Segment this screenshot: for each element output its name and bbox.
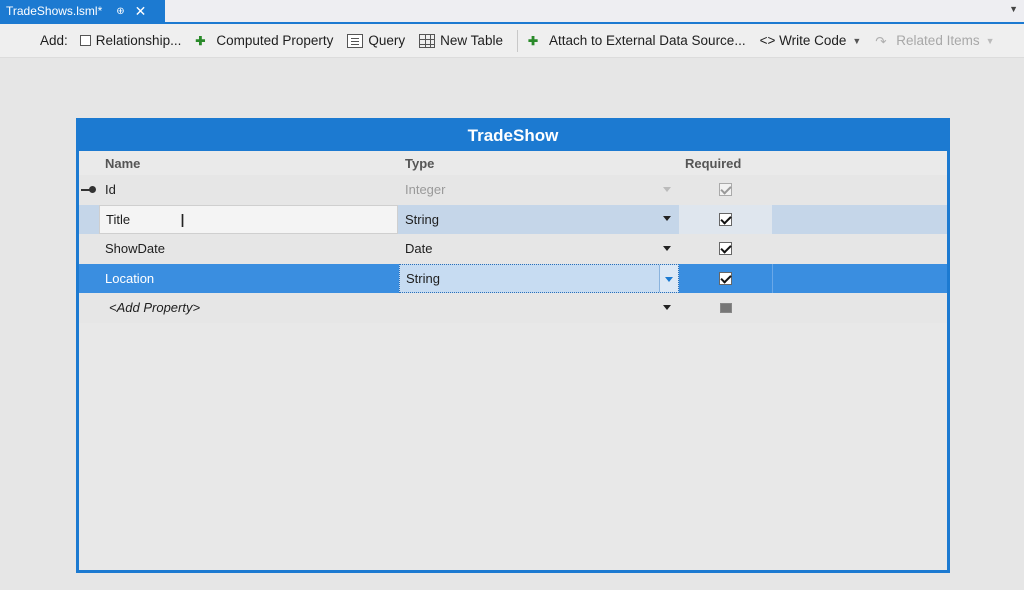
property-required-cell[interactable] bbox=[679, 234, 772, 264]
designer-toolbar: Add: Relationship... ✚ Computed Property… bbox=[0, 24, 1024, 58]
add-query-label: Query bbox=[368, 33, 406, 48]
add-computed-property-label: Computed Property bbox=[216, 33, 334, 48]
required-checkbox[interactable] bbox=[719, 183, 732, 197]
toolbar-separator bbox=[516, 29, 518, 52]
key-icon bbox=[81, 186, 96, 193]
add-new-table-label: New Table bbox=[440, 33, 503, 48]
table-icon bbox=[419, 33, 436, 48]
property-type-cell[interactable]: Integer bbox=[399, 175, 679, 205]
column-header-type: Type bbox=[405, 156, 435, 171]
related-items-label: Related Items bbox=[896, 33, 980, 48]
add-query-button[interactable]: Query bbox=[347, 33, 405, 48]
document-tab-strip: TradeShows.lsml* ⊕ ✕ ▼ bbox=[0, 0, 1024, 24]
required-checkbox[interactable] bbox=[719, 212, 732, 226]
property-name-cell[interactable]: ShowDate bbox=[99, 234, 398, 264]
add-computed-property-button[interactable]: ✚ Computed Property bbox=[195, 33, 333, 48]
entity-title: TradeShow bbox=[79, 121, 947, 151]
chevron-down-icon: ▼ bbox=[852, 35, 862, 46]
property-type-cell[interactable] bbox=[399, 293, 679, 323]
chevron-down-icon[interactable] bbox=[663, 216, 671, 222]
write-code-label: <> Write Code bbox=[759, 33, 847, 48]
text-cursor-icon: I bbox=[180, 210, 186, 231]
chevron-down-icon[interactable]: ▼ bbox=[1009, 4, 1018, 14]
property-required-cell[interactable] bbox=[679, 293, 772, 323]
column-header-name: Name bbox=[105, 156, 141, 171]
property-type-value: Date bbox=[405, 241, 433, 257]
column-header-required: Required bbox=[685, 156, 742, 171]
pin-icon[interactable]: ⊕ bbox=[116, 6, 124, 17]
attach-external-data-source-label: Attach to External Data Source... bbox=[548, 33, 746, 48]
add-relationship-label: Relationship... bbox=[95, 33, 182, 48]
computed-property-icon: ✚ bbox=[195, 33, 206, 48]
add-property-cell[interactable]: <Add Property> bbox=[99, 293, 398, 323]
attach-external-data-source-button[interactable]: ✚ Attach to External Data Source... bbox=[528, 33, 746, 48]
property-required-cell[interactable] bbox=[679, 175, 772, 205]
document-tab[interactable]: TradeShows.lsml* ⊕ ✕ bbox=[0, 0, 165, 22]
property-name-cell[interactable]: Id bbox=[99, 175, 398, 205]
property-type-value: String bbox=[406, 270, 440, 286]
property-row[interactable]: ShowDate Date bbox=[79, 234, 947, 264]
add-property-row[interactable]: <Add Property> bbox=[79, 293, 947, 323]
add-relationship-button[interactable]: Relationship... bbox=[79, 33, 182, 48]
related-items-icon: ↷ bbox=[875, 33, 887, 49]
properties-grid: Name Type Required Id Integer Title I St… bbox=[79, 151, 947, 323]
chevron-down-icon bbox=[663, 186, 671, 192]
row-filler bbox=[772, 263, 947, 293]
query-icon bbox=[347, 33, 364, 48]
chevron-down-icon[interactable] bbox=[663, 245, 671, 251]
dropdown-button[interactable] bbox=[659, 264, 678, 292]
property-required-cell[interactable] bbox=[679, 263, 772, 293]
chevron-down-icon: ▼ bbox=[985, 35, 995, 46]
property-name-cell[interactable]: Title I bbox=[99, 204, 398, 234]
property-type-dropdown[interactable]: String bbox=[399, 263, 679, 293]
property-name-cell[interactable]: Location bbox=[99, 263, 398, 293]
add-new-table-button[interactable]: New Table bbox=[419, 33, 503, 48]
document-tab-title: TradeShows.lsml* bbox=[6, 4, 103, 18]
write-code-button[interactable]: <> Write Code ▼ bbox=[760, 33, 862, 48]
property-row-selected[interactable]: Location String bbox=[79, 263, 947, 293]
relationship-icon bbox=[79, 35, 91, 46]
property-required-cell[interactable] bbox=[679, 204, 772, 234]
property-type-value: Integer bbox=[405, 182, 446, 198]
property-row[interactable]: Title I String bbox=[79, 204, 947, 234]
chevron-down-icon[interactable] bbox=[663, 304, 671, 310]
related-items-button[interactable]: ↷ Related Items ▼ bbox=[875, 33, 995, 49]
plug-icon: ✚ bbox=[527, 33, 539, 48]
entity-designer: TradeShow Name Type Required Id Integer … bbox=[76, 118, 950, 573]
property-type-value: String bbox=[405, 211, 439, 227]
add-label: Add: bbox=[40, 33, 68, 48]
required-checkbox[interactable] bbox=[719, 242, 732, 256]
property-name-value: Title bbox=[106, 211, 131, 227]
required-checkbox[interactable] bbox=[719, 271, 732, 285]
property-type-cell[interactable]: String bbox=[399, 204, 679, 234]
property-row[interactable]: Id Integer bbox=[79, 175, 947, 205]
property-type-cell[interactable]: Date bbox=[399, 234, 679, 264]
grid-header: Name Type Required bbox=[79, 151, 947, 175]
close-icon[interactable]: ✕ bbox=[135, 4, 147, 18]
required-checkbox[interactable] bbox=[719, 302, 732, 313]
